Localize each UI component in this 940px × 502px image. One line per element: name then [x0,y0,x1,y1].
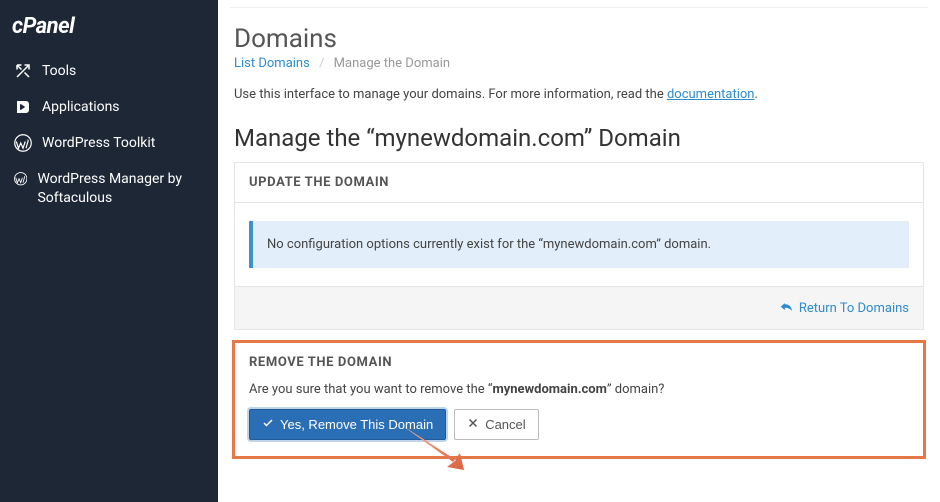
topbar [230,0,928,8]
remove-confirm-text: Are you sure that you want to remove the… [249,382,909,397]
reply-icon [779,299,793,317]
remove-domain-card: REMOVE THE DOMAIN Are you sure that you … [234,342,924,457]
no-config-info: No configuration options currently exist… [249,221,909,268]
close-icon [467,417,479,432]
page-title: Domains [234,24,924,54]
intro-text: Use this interface to manage your domain… [234,87,924,102]
intro-prefix: Use this interface to manage your domain… [234,87,667,102]
sidebar-item-label: WordPress Toolkit [42,135,155,151]
update-domain-card: UPDATE THE DOMAIN No configuration optio… [234,162,924,330]
applications-icon [14,98,32,116]
wordpress-icon [14,134,32,152]
logo: cPanel [0,8,218,53]
main-content: Domains List Domains / Manage the Domain… [218,0,940,502]
remove-card-title: REMOVE THE DOMAIN [235,343,923,382]
sidebar: cPanel Tools Applications WordPress Tool… [0,0,218,502]
return-link-label: Return To Domains [799,301,909,316]
update-card-title: UPDATE THE DOMAIN [235,163,923,203]
breadcrumb-current: Manage the Domain [334,56,450,71]
logo-text: cPanel [12,14,74,39]
yes-button-label: Yes, Remove This Domain [280,417,433,432]
confirm-prefix: Are you sure that you want to remove the… [249,382,492,397]
documentation-link[interactable]: documentation [667,87,755,102]
sidebar-item-label: WordPress Manager by Softaculous [37,170,204,208]
breadcrumb-separator: / [319,56,324,71]
breadcrumbs: List Domains / Manage the Domain [234,56,924,71]
return-to-domains-link[interactable]: Return To Domains [779,299,909,317]
check-icon [262,417,274,432]
sidebar-item-label: Applications [42,99,120,115]
cancel-button[interactable]: Cancel [454,409,538,440]
cancel-button-label: Cancel [485,417,525,432]
manage-domain-heading: Manage the “mynewdomain.com” Domain [234,124,924,152]
sidebar-item-applications[interactable]: Applications [0,89,218,125]
sidebar-item-tools[interactable]: Tools [0,53,218,89]
sidebar-item-wp-toolkit[interactable]: WordPress Toolkit [0,125,218,161]
intro-suffix: . [754,87,757,102]
confirm-domain-name: mynewdomain.com [492,382,606,397]
yes-remove-button[interactable]: Yes, Remove This Domain [249,409,446,440]
sidebar-item-wp-manager[interactable]: WordPress Manager by Softaculous [0,161,218,217]
wordpress-icon [14,170,27,188]
sidebar-item-label: Tools [42,63,76,79]
breadcrumb-root[interactable]: List Domains [234,56,310,71]
confirm-suffix: ” domain? [607,382,665,397]
tools-icon [14,62,32,80]
